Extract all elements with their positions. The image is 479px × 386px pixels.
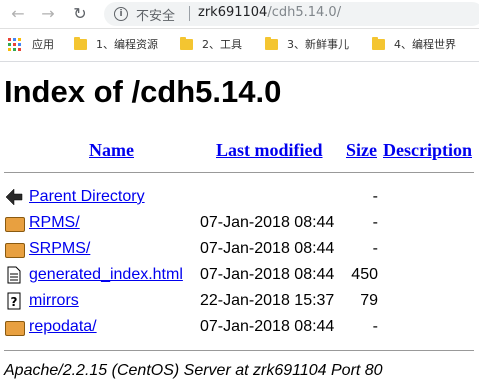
url-separator bbox=[189, 6, 190, 21]
column-header-size[interactable]: Size bbox=[346, 139, 377, 161]
back-arrow-icon bbox=[5, 188, 23, 206]
row-size: - bbox=[372, 214, 378, 231]
folder-icon bbox=[180, 37, 193, 50]
folder-icon bbox=[5, 217, 25, 232]
bookmark-folder-1[interactable]: 1、编程资源 bbox=[74, 36, 158, 54]
folder-icon bbox=[372, 37, 385, 50]
folder-icon bbox=[265, 37, 278, 50]
row-size: - bbox=[372, 240, 378, 257]
url-text[interactable]: zrk691104/cdh5.14.0/ bbox=[198, 5, 341, 20]
reload-icon[interactable]: ↻ bbox=[70, 4, 90, 24]
url-path: /cdh5.14.0/ bbox=[267, 5, 342, 20]
list-item: RPMS/ 07-Jan-2018 08:44 - bbox=[0, 211, 479, 235]
row-modified: 07-Jan-2018 08:44 bbox=[200, 266, 335, 283]
address-bar[interactable]: i 不安全 zrk691104/cdh5.14.0/ bbox=[104, 2, 479, 26]
list-item: generated_index.html 07-Jan-2018 08:44 4… bbox=[0, 263, 479, 287]
column-header-description[interactable]: Description bbox=[383, 139, 472, 161]
column-header-name[interactable]: Name bbox=[89, 139, 134, 161]
browser-toolbar: ← → ↻ i 不安全 zrk691104/cdh5.14.0/ bbox=[0, 0, 479, 29]
security-label[interactable]: 不安全 bbox=[136, 5, 175, 24]
row-modified: 07-Jan-2018 08:44 bbox=[200, 240, 335, 257]
row-name-link[interactable]: generated_index.html bbox=[29, 263, 183, 287]
info-icon[interactable]: i bbox=[114, 7, 128, 21]
svg-text:?: ? bbox=[11, 295, 18, 309]
forward-arrow-icon[interactable]: → bbox=[38, 4, 58, 24]
row-name-link[interactable]: SRPMS/ bbox=[29, 237, 90, 261]
folder-icon bbox=[74, 37, 87, 50]
row-name-link[interactable]: mirrors bbox=[29, 289, 79, 313]
back-arrow-icon[interactable]: ← bbox=[8, 4, 28, 24]
row-modified: 22-Jan-2018 15:37 bbox=[200, 292, 335, 309]
document-icon bbox=[7, 266, 21, 284]
apps-grid-icon[interactable] bbox=[8, 38, 21, 51]
server-signature: Apache/2.2.15 (CentOS) Server at zrk6911… bbox=[4, 362, 383, 379]
folder-icon bbox=[5, 321, 25, 336]
bookmark-folder-3[interactable]: 3、新鲜事儿 bbox=[265, 36, 349, 54]
row-modified: 07-Jan-2018 08:44 bbox=[200, 214, 335, 231]
list-item: SRPMS/ 07-Jan-2018 08:44 - bbox=[0, 237, 479, 261]
header-divider bbox=[4, 172, 474, 173]
unknown-file-icon: ? bbox=[7, 292, 21, 310]
row-size: 450 bbox=[351, 266, 378, 283]
footer-divider bbox=[4, 350, 474, 351]
row-name-link[interactable]: RPMS/ bbox=[29, 211, 80, 235]
page-title: Index of /cdh5.14.0 bbox=[4, 74, 282, 109]
bookmark-folder-2[interactable]: 2、工具 bbox=[180, 36, 242, 54]
bookmark-apps[interactable]: 应用 bbox=[32, 36, 54, 54]
row-name-link[interactable]: Parent Directory bbox=[29, 185, 145, 209]
row-size: 79 bbox=[360, 292, 378, 309]
folder-icon bbox=[5, 243, 25, 258]
bookmarks-bar: 应用 1、编程资源 2、工具 3、新鲜事儿 4、编程世界 bbox=[0, 29, 479, 62]
url-host: zrk691104 bbox=[198, 5, 268, 20]
row-modified: 07-Jan-2018 08:44 bbox=[200, 318, 335, 335]
list-item: Parent Directory - bbox=[0, 185, 479, 209]
row-size: - bbox=[372, 188, 378, 205]
column-header-last-modified[interactable]: Last modified bbox=[216, 139, 323, 161]
row-size: - bbox=[372, 318, 378, 335]
row-name-link[interactable]: repodata/ bbox=[29, 315, 97, 339]
list-item: repodata/ 07-Jan-2018 08:44 - bbox=[0, 315, 479, 339]
bookmark-folder-4[interactable]: 4、编程世界 bbox=[372, 36, 456, 54]
list-item: ? mirrors 22-Jan-2018 15:37 79 bbox=[0, 289, 479, 313]
